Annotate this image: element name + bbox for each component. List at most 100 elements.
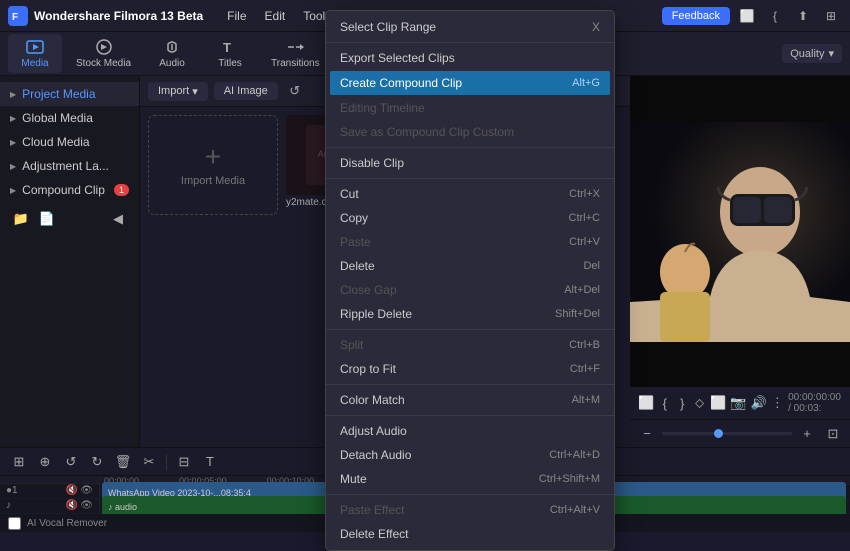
track-1-icons: 🔇 👁 xyxy=(66,485,93,496)
ai-vocal-checkbox[interactable] xyxy=(8,517,21,530)
arrow-icon: ▶ xyxy=(10,114,16,123)
context-menu-close[interactable]: X xyxy=(592,20,600,34)
preview-bracket-right-icon[interactable]: } xyxy=(676,392,689,414)
sidebar-file-icon[interactable]: 📄 xyxy=(36,208,58,230)
right-preview-panel: ⬜ { } ⬦ ⬜ 📷 🔊 ⋮ 00:00:00:00 / 00:03: − +… xyxy=(630,76,850,447)
ctx-item-color-match[interactable]: Color MatchAlt+M xyxy=(326,388,614,412)
magnet-icon[interactable]: ⊕ xyxy=(34,451,56,473)
ctx-item-mute[interactable]: MuteCtrl+Shift+M xyxy=(326,467,614,491)
sidebar-compound-clip-label: Compound Clip xyxy=(22,183,105,197)
preview-bracket-left-icon[interactable]: { xyxy=(658,392,671,414)
zoom-handle[interactable] xyxy=(714,429,723,438)
sidebar-project-media-label: Project Media xyxy=(22,87,95,101)
app-logo: F Wondershare Filmora 13 Beta xyxy=(8,6,203,26)
menu-file[interactable]: File xyxy=(219,7,254,25)
tool-audio[interactable]: Audio xyxy=(145,34,199,73)
ctx-item-create-compound-clip[interactable]: Create Compound ClipAlt+G xyxy=(330,71,610,95)
tool-transitions[interactable]: Transitions xyxy=(261,34,330,73)
refresh-icon[interactable]: ↺ xyxy=(284,80,306,102)
plus-icon: + xyxy=(205,143,221,171)
track-2-icons: 🔇 👁 xyxy=(66,500,93,511)
ctx-item-adjust-audio[interactable]: Adjust Audio xyxy=(326,419,614,443)
tool-titles[interactable]: T Titles xyxy=(203,34,257,73)
ctx-item-disable-clip[interactable]: Disable Clip xyxy=(326,151,614,175)
ctx-item-paste-effect: Paste EffectCtrl+Alt+V xyxy=(326,498,614,522)
ctx-item-save-as-compound-clip-custom: Save as Compound Clip Custom xyxy=(326,120,614,144)
ctx-item-close-gap: Close GapAlt+Del xyxy=(326,278,614,302)
ctx-item-copy[interactable]: CopyCtrl+C xyxy=(326,206,614,230)
preview-screenshot-icon[interactable]: 📷 xyxy=(730,392,746,414)
track-2-mute-icon[interactable]: 🔇 xyxy=(66,500,78,511)
transitions-icon xyxy=(286,38,304,56)
preview-video xyxy=(630,76,850,387)
ctx-item-paste: PasteCtrl+V xyxy=(326,230,614,254)
tool-media[interactable]: Media xyxy=(8,34,62,73)
sidebar-folder-icon[interactable]: 📁 xyxy=(10,208,32,230)
zoom-out-icon[interactable]: − xyxy=(636,423,658,445)
arrow-icon: ▶ xyxy=(10,138,16,147)
sidebar-collapse-icon[interactable]: ◀ xyxy=(107,208,129,230)
preview-image-svg xyxy=(630,122,850,342)
preview-crop-icon[interactable]: ⬜ xyxy=(638,392,654,414)
ctx-divider-16 xyxy=(326,384,614,385)
grid-icon[interactable]: ⊞ xyxy=(820,5,842,27)
preview-screen-icon[interactable]: ⬜ xyxy=(710,392,726,414)
sidebar-cloud-media-label: Cloud Media xyxy=(22,135,89,149)
ctx-item-delete-effect[interactable]: Delete Effect xyxy=(326,522,614,546)
ai-image-button[interactable]: AI Image xyxy=(214,82,278,100)
preview-audio-icon[interactable]: 🔊 xyxy=(751,392,767,414)
ctx-item-split: SplitCtrl+B xyxy=(326,333,614,357)
track-2-visible-icon[interactable]: 👁 xyxy=(80,500,93,511)
ctx-item-cut[interactable]: CutCtrl+X xyxy=(326,182,614,206)
timeline-track-header-spacer xyxy=(0,476,99,484)
delete-icon[interactable]: 🗑 xyxy=(112,451,134,473)
ctx-item-detach-audio[interactable]: Detach AudioCtrl+Alt+D xyxy=(326,443,614,467)
sidebar-item-global-media[interactable]: ▶ Global Media xyxy=(0,106,139,130)
ctx-divider-4 xyxy=(326,147,614,148)
svg-text:F: F xyxy=(12,12,18,23)
preview-settings-icon[interactable]: ⋮ xyxy=(771,392,784,414)
fit-icon[interactable]: ⊡ xyxy=(822,423,844,445)
sidebar-item-adjustment-la[interactable]: ▶ Adjustment La... xyxy=(0,154,139,178)
track-2-label: ♪ 🔇 👁 xyxy=(0,499,99,514)
undo-group-icon[interactable]: ⊞ xyxy=(8,451,30,473)
import-btn-label: Import xyxy=(158,85,189,97)
tool-audio-label: Audio xyxy=(159,58,185,69)
sidebar-item-project-media[interactable]: ▶ Project Media xyxy=(0,82,139,106)
split-icon[interactable]: ⊟ xyxy=(173,451,195,473)
import-button[interactable]: Import ▾ xyxy=(148,82,208,101)
text-tool-icon[interactable]: T xyxy=(199,451,221,473)
ctx-item-export-selected-clips[interactable]: Export Selected Clips xyxy=(326,46,614,70)
compound-clip-badge: 1 xyxy=(114,184,129,196)
track-mute-icon[interactable]: 🔇 xyxy=(66,485,78,496)
ctx-divider-18 xyxy=(326,415,614,416)
zoom-in-icon[interactable]: + xyxy=(796,423,818,445)
monitor-icon[interactable]: ⬜ xyxy=(736,5,758,27)
undo-icon[interactable]: ↺ xyxy=(60,451,82,473)
ctx-item-crop-to-fit[interactable]: Crop to FitCtrl+F xyxy=(326,357,614,381)
ctx-item-delete[interactable]: DeleteDel xyxy=(326,254,614,278)
ctx-item-editing-timeline: Editing Timeline xyxy=(326,96,614,120)
import-media-box[interactable]: + Import Media xyxy=(148,115,278,215)
sidebar-item-compound-clip[interactable]: ▶ Compound Clip 1 xyxy=(0,178,139,202)
arrow-icon: ▶ xyxy=(10,90,16,99)
stock-media-icon xyxy=(95,38,113,56)
redo-icon[interactable]: ↻ xyxy=(86,451,108,473)
feedback-button[interactable]: Feedback xyxy=(662,7,730,25)
sidebar-item-cloud-media[interactable]: ▶ Cloud Media xyxy=(0,130,139,154)
preview-timecode: 00:00:00:00 / 00:03: xyxy=(788,392,842,414)
zoom-slider[interactable] xyxy=(662,432,792,435)
tool-stock-media[interactable]: Stock Media xyxy=(66,34,141,73)
track-2-number: ♪ xyxy=(6,500,11,511)
menu-edit[interactable]: Edit xyxy=(257,7,294,25)
quality-selector[interactable]: Quality ▾ xyxy=(782,44,842,63)
ai-vocal-label[interactable]: AI Vocal Remover xyxy=(27,518,107,529)
bracket-icon[interactable]: { xyxy=(764,5,786,27)
track-visible-icon[interactable]: 👁 xyxy=(80,485,93,496)
ctx-divider xyxy=(326,42,614,43)
ctx-item-ripple-delete[interactable]: Ripple DeleteShift+Del xyxy=(326,302,614,326)
quality-label: Quality xyxy=(790,48,824,60)
cut-icon[interactable]: ✂ xyxy=(138,451,160,473)
preview-extract-icon[interactable]: ⬦ xyxy=(693,392,706,414)
upload-icon[interactable]: ⬆ xyxy=(792,5,814,27)
